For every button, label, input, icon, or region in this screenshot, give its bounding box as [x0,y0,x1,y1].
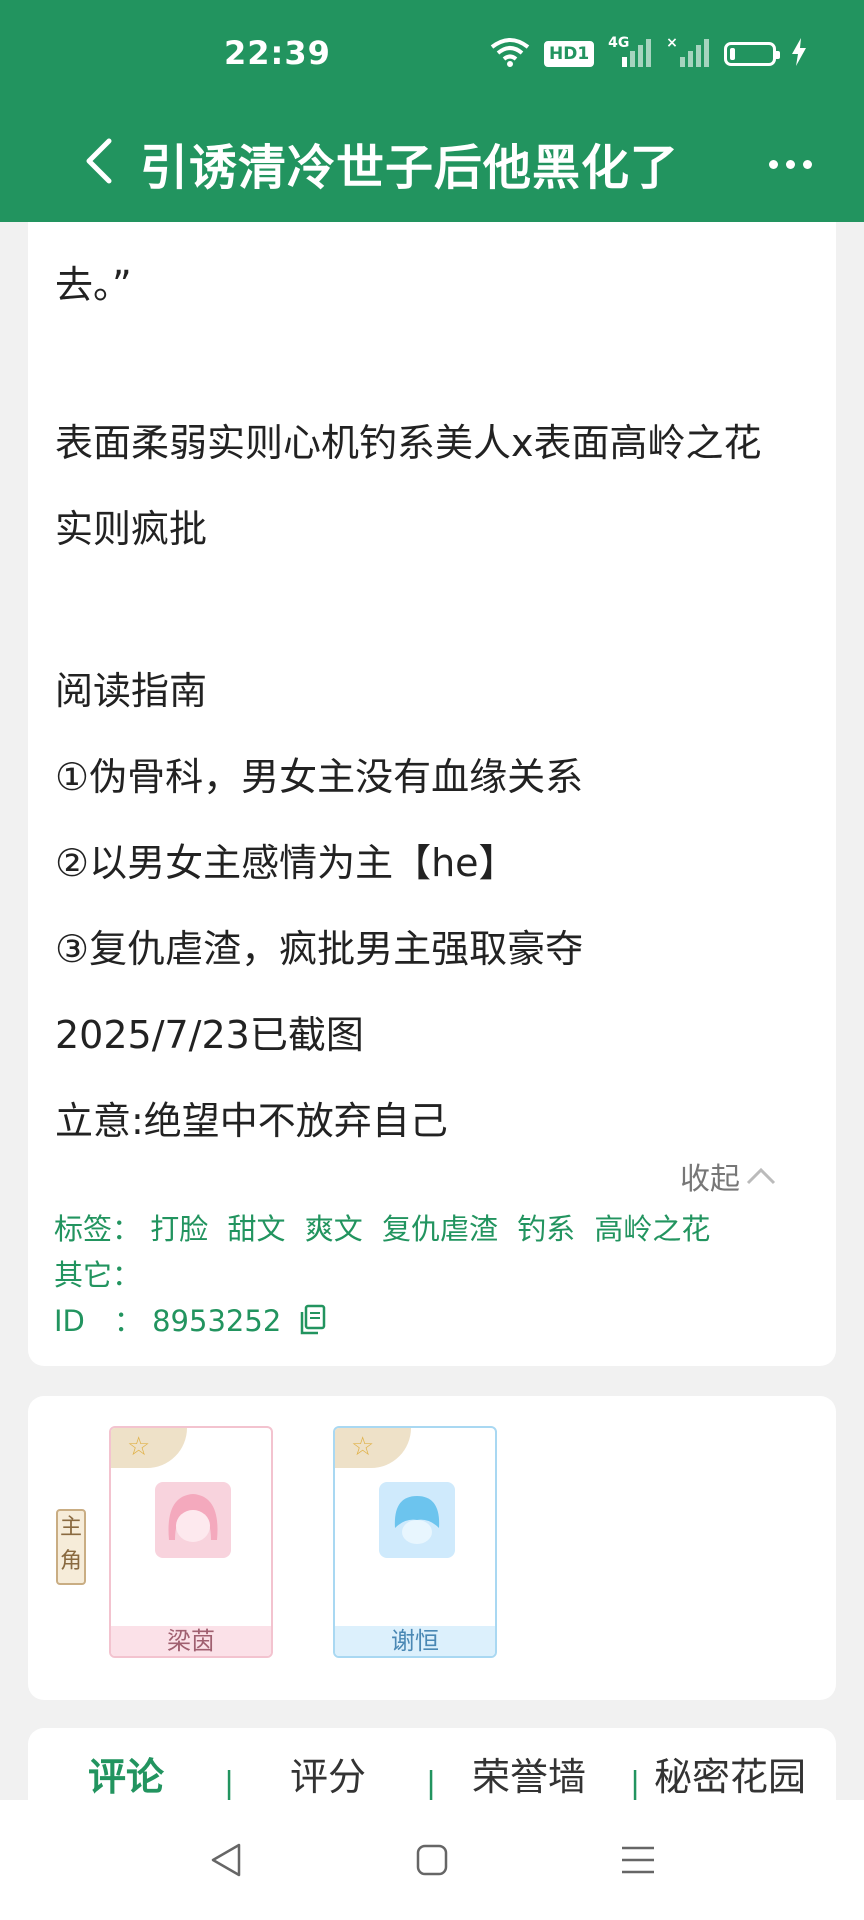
more-dots-icon [768,159,778,169]
signal-2-icon: × [666,35,710,69]
system-menu-button[interactable] [608,1830,668,1890]
character-name: 梁茵 [111,1626,271,1656]
copy-icon[interactable] [298,1304,326,1343]
id-row: ID ： 8953252 [54,1298,326,1343]
tab-separator: | [224,1766,235,1801]
protagonist-badge: 主角 [56,1509,86,1585]
tags-row: 标签： 打脸 甜文 爽文 复仇虐渣 钓系 高岭之花 [54,1206,720,1248]
tab-ratings[interactable]: 评分 [290,1746,366,1801]
tag[interactable]: 甜文 [227,1212,285,1246]
character-card[interactable]: ☆ 梁茵 [109,1426,273,1658]
tag[interactable]: 高岭之花 [594,1212,710,1246]
intro-heading: 阅读指南 [55,669,208,713]
tag[interactable]: 复仇虐渣 [382,1212,498,1246]
star-icon: ☆ [351,1432,375,1462]
status-bar: 22:39 HD1 4G × [0,0,864,108]
tag[interactable]: 爽文 [305,1212,363,1246]
back-button[interactable] [70,130,126,192]
id-value: 8953252 [152,1304,282,1338]
status-icons: HD1 4G × [490,34,808,74]
characters-card: 主角 ☆ 梁茵 ☆ 谢恒 [28,1396,836,1700]
collapse-button[interactable]: 收起 [680,1154,776,1198]
intro-line: ③复仇虐渣，疯批男主强取豪夺 [55,927,584,971]
tag[interactable]: 打脸 [150,1212,208,1246]
other-label: 其它： [54,1258,142,1292]
square-home-icon [416,1844,448,1876]
other-row: 其它： [54,1252,141,1294]
system-back-button[interactable] [196,1830,256,1890]
system-home-button[interactable] [402,1830,462,1890]
intro-line: 去。” [55,263,132,307]
page-title: 引诱清冷世子后他黑化了 [140,140,680,196]
nav-bar: 引诱清冷世子后他黑化了 [0,108,864,222]
character-name: 谢恒 [335,1626,495,1656]
intro-line: 表面柔弱实则心机钓系美人x表面高岭之花 [55,421,762,465]
intro-card: 去。” 表面柔弱实则心机钓系美人x表面高岭之花 实则疯批 阅读指南 ①伪骨科，男… [28,222,836,1366]
star-icon: ☆ [127,1432,151,1462]
tab-comments[interactable]: 评论 [88,1746,164,1801]
character-card[interactable]: ☆ 谢恒 [333,1426,497,1658]
chevron-left-icon [86,138,112,184]
tag[interactable]: 钓系 [517,1212,575,1246]
intro-line: 实则疯批 [55,507,208,551]
chevron-up-icon [746,1167,776,1185]
id-label: ID ： [54,1304,143,1338]
tab-separator: | [630,1766,641,1801]
app-header: 22:39 HD1 4G × 引诱清冷世子后他黑化了 [0,0,864,222]
intro-line: 2025/7/23已截图 [55,1013,364,1057]
system-nav-bar [0,1800,864,1920]
tab-separator: | [426,1766,437,1801]
intro-line: 立意:绝望中不放弃自己 [55,1099,448,1143]
tab-secret-garden[interactable]: 秘密花园 [654,1746,806,1801]
clock: 22:39 [224,34,331,72]
avatar [155,1482,231,1558]
hd-badge: HD1 [544,41,595,67]
avatar [379,1482,455,1558]
more-button[interactable] [760,144,820,184]
wifi-icon [490,37,530,71]
tags-label: 标签： [54,1212,142,1246]
menu-icon [622,1846,654,1874]
battery-icon [724,42,781,66]
charging-icon [790,38,808,70]
intro-line: ②以男女主感情为主【he】 [55,841,517,885]
intro-line: ①伪骨科，男女主没有血缘关系 [55,755,584,799]
triangle-back-icon [211,1843,241,1877]
signal-icon: 4G [608,35,652,69]
tab-honor-wall[interactable]: 荣誉墙 [472,1746,586,1801]
